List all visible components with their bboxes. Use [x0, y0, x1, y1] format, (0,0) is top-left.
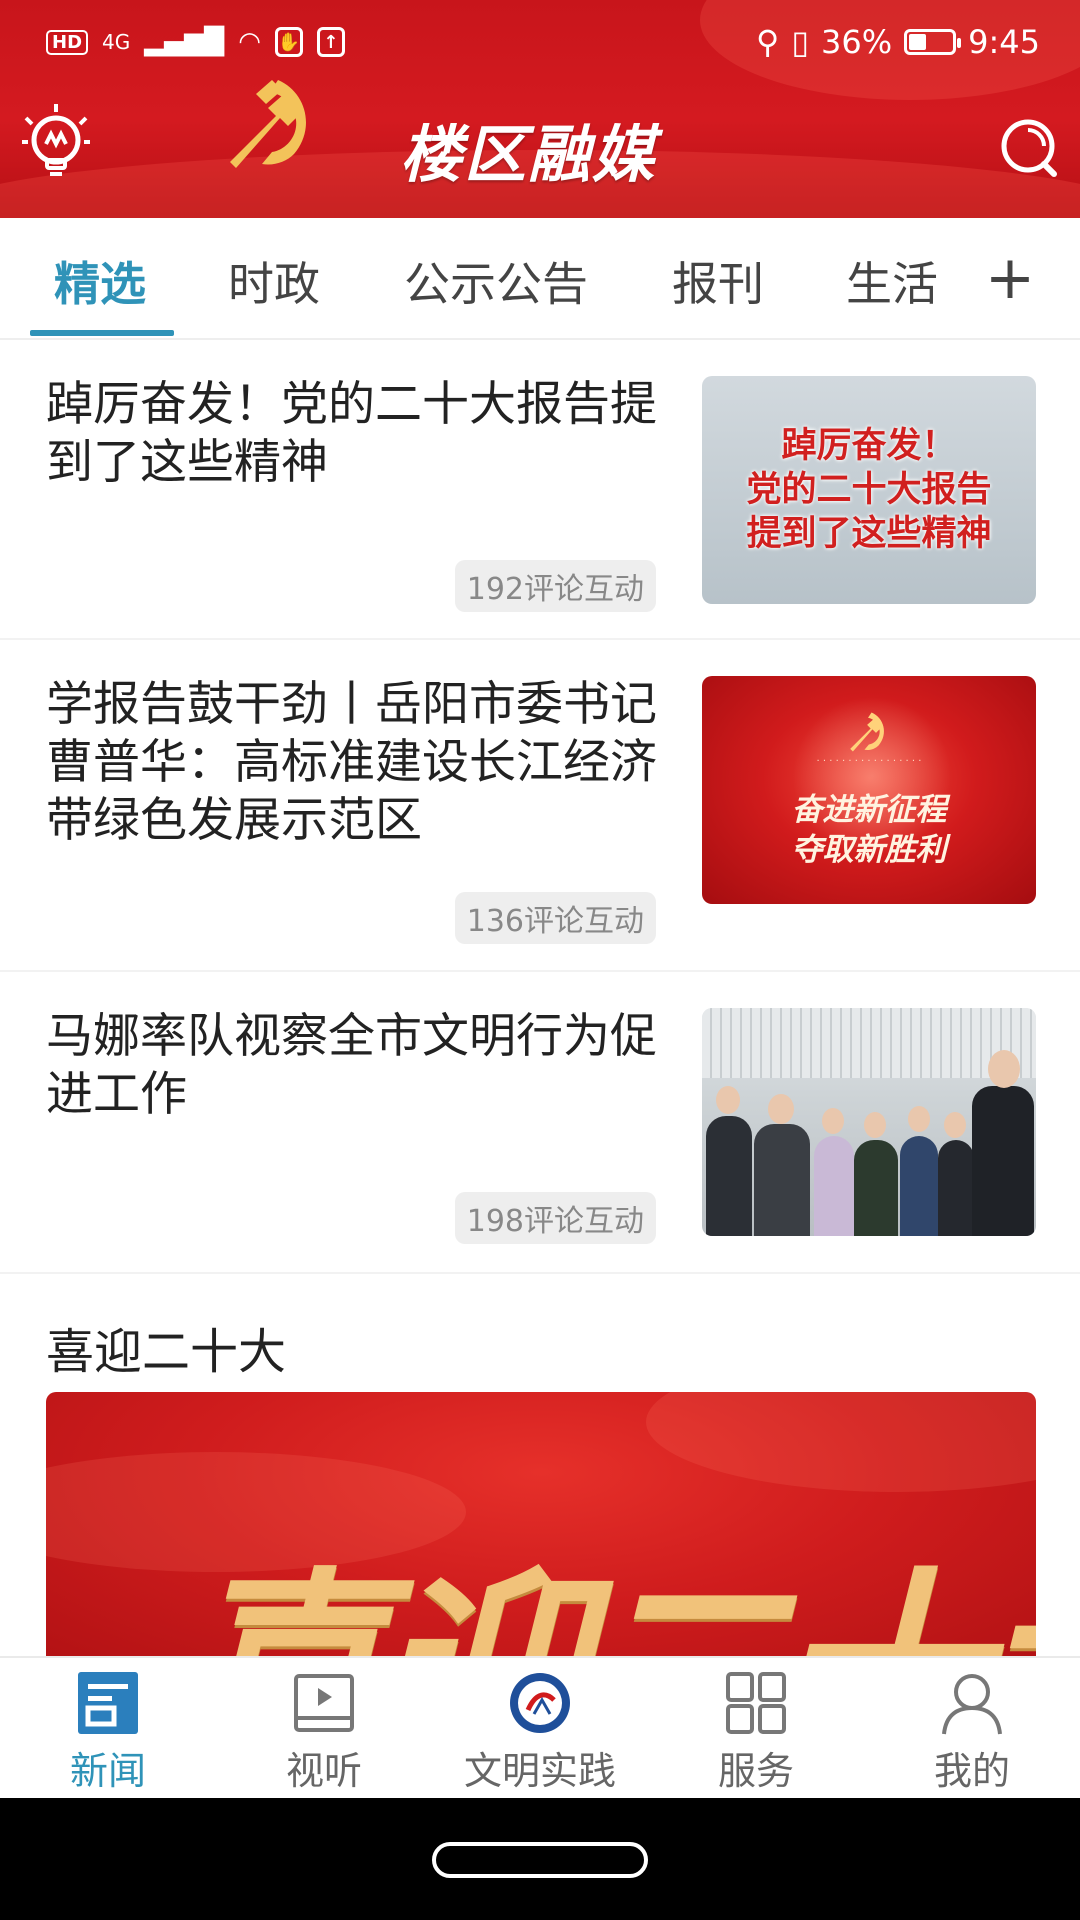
- banner-decoration: [646, 1392, 1036, 1492]
- video-icon: [294, 1674, 354, 1732]
- photo-head: [864, 1112, 886, 1138]
- battery-icon: [904, 29, 962, 55]
- photo-head: [768, 1094, 794, 1124]
- article-title[interactable]: 学报告鼓干劲丨岳阳市委书记曹普华：高标准建设长江经济带绿色发展示范区: [46, 676, 666, 850]
- comment-count-badge: 136评论互动: [454, 892, 656, 944]
- article-thumbnail[interactable]: · · · · · · · · · · · · · · · · · 奋进新征程 …: [702, 676, 1036, 904]
- photo-head: [988, 1050, 1020, 1088]
- thumb-text: 踔厉奋发！: [781, 426, 957, 466]
- tab-shenghuo[interactable]: 生活: [846, 248, 938, 314]
- channel-tabs: 精选 时政 公示公告 报刊 生活 +: [0, 218, 1080, 340]
- nav-label: 我的: [933, 1749, 1010, 1793]
- status-bar: HD 4G ▂▄▆█ ◠ ✋ ↑ ⚲ ▯ 36% 9:45: [0, 0, 1080, 84]
- article-thumbnail[interactable]: 踔厉奋发！ 党的二十大报告 提到了这些精神: [702, 376, 1036, 604]
- photo-head: [944, 1112, 966, 1138]
- add-channel-button[interactable]: +: [980, 238, 1040, 318]
- upload-icon: ↑: [316, 27, 345, 57]
- tab-baokan[interactable]: 报刊: [672, 248, 764, 314]
- home-gesture-bar[interactable]: [432, 1842, 648, 1878]
- article-thumbnail[interactable]: [702, 1008, 1036, 1236]
- system-navigation-bar: [0, 1798, 1080, 1920]
- nav-label: 服务: [717, 1749, 794, 1793]
- photo-head: [716, 1086, 740, 1114]
- photo-person: [814, 1136, 854, 1236]
- banner-text: 喜迎二十大: [176, 1502, 1036, 1660]
- bulb-icon[interactable]: [20, 100, 92, 186]
- tab-shizheng[interactable]: 时政: [228, 248, 320, 314]
- photo-person: [938, 1140, 974, 1236]
- wifi-icon: ◠: [238, 27, 261, 57]
- location-icon: ⚲: [755, 23, 780, 61]
- nav-item-civilization[interactable]: 文明实践: [432, 1658, 648, 1800]
- comment-count-badge: 192评论互动: [454, 560, 656, 612]
- network-indicator: 4G: [102, 30, 131, 54]
- status-right: ⚲ ▯ 36% 9:45: [756, 23, 1040, 61]
- article-title[interactable]: 踔厉奋发！党的二十大报告提到了这些精神: [46, 376, 666, 492]
- nav-label: 视听: [285, 1749, 362, 1793]
- thumb-small-print: · · · · · · · · · · · · · · · · ·: [816, 756, 922, 767]
- article-item[interactable]: 学报告鼓干劲丨岳阳市委书记曹普华：高标准建设长江经济带绿色发展示范区 136评论…: [0, 642, 1080, 972]
- hand-icon: ✋: [274, 27, 303, 57]
- thumb-text: 提到了这些精神: [746, 514, 992, 554]
- news-icon: [78, 1672, 138, 1734]
- thumb-text: 党的二十大报告: [746, 470, 992, 510]
- nav-item-video[interactable]: 视听: [216, 1658, 432, 1800]
- photo-ceiling: [702, 1008, 1036, 1078]
- photo-person: [972, 1086, 1034, 1236]
- tab-fade: [940, 218, 960, 338]
- nav-item-services[interactable]: 服务: [648, 1658, 864, 1800]
- nav-label: 文明实践: [463, 1749, 616, 1793]
- tab-gongshi[interactable]: 公示公告: [404, 248, 588, 314]
- photo-person: [754, 1124, 810, 1236]
- app-title: 楼区融媒: [400, 118, 657, 191]
- photo-head: [822, 1108, 844, 1134]
- tab-jingxuan[interactable]: 精选: [54, 248, 146, 314]
- person-icon: [942, 1674, 1002, 1735]
- grid-icon: [726, 1672, 786, 1734]
- nav-item-mine[interactable]: 我的: [864, 1658, 1080, 1800]
- photo-person: [854, 1140, 898, 1236]
- section-title: 喜迎二十大: [46, 1324, 287, 1380]
- thumb-text: 奋进新征程: [791, 792, 947, 828]
- bottom-nav: 新闻 视听 文明实践 服务 我的: [0, 1656, 1080, 1798]
- article-item[interactable]: 踔厉奋发！党的二十大报告提到了这些精神 192评论互动 踔厉奋发！ 党的二十大报…: [0, 342, 1080, 640]
- party-emblem-icon: [230, 80, 306, 168]
- nav-label: 新闻: [69, 1749, 146, 1793]
- clock: 9:45: [968, 23, 1040, 61]
- section-banner[interactable]: 喜迎二十大: [46, 1392, 1036, 1660]
- active-tab-indicator: [30, 330, 174, 336]
- signal-icon: ▂▄▆█: [144, 27, 225, 57]
- article-item[interactable]: 马娜率队视察全市文明行为促进工作 198评论互动: [0, 974, 1080, 1274]
- comment-count-badge: 198评论互动: [454, 1192, 656, 1244]
- nav-item-news[interactable]: 新闻: [0, 1658, 216, 1800]
- vibrate-icon: ▯: [791, 23, 810, 61]
- party-emblem-icon: [850, 712, 884, 752]
- status-left: HD 4G ▂▄▆█ ◠ ✋ ↑: [46, 27, 345, 57]
- civilization-badge-icon: [510, 1673, 570, 1733]
- article-title[interactable]: 马娜率队视察全市文明行为促进工作: [46, 1008, 666, 1124]
- battery-percent: 36%: [821, 23, 893, 61]
- hd-indicator: HD: [46, 29, 89, 55]
- photo-person: [900, 1136, 938, 1236]
- search-icon[interactable]: [998, 116, 1060, 178]
- thumb-text: 夺取新胜利: [791, 832, 947, 868]
- photo-person: [706, 1116, 752, 1236]
- photo-head: [908, 1106, 930, 1132]
- app-header: HD 4G ▂▄▆█ ◠ ✋ ↑ ⚲ ▯ 36% 9:45 楼区融媒: [0, 0, 1080, 218]
